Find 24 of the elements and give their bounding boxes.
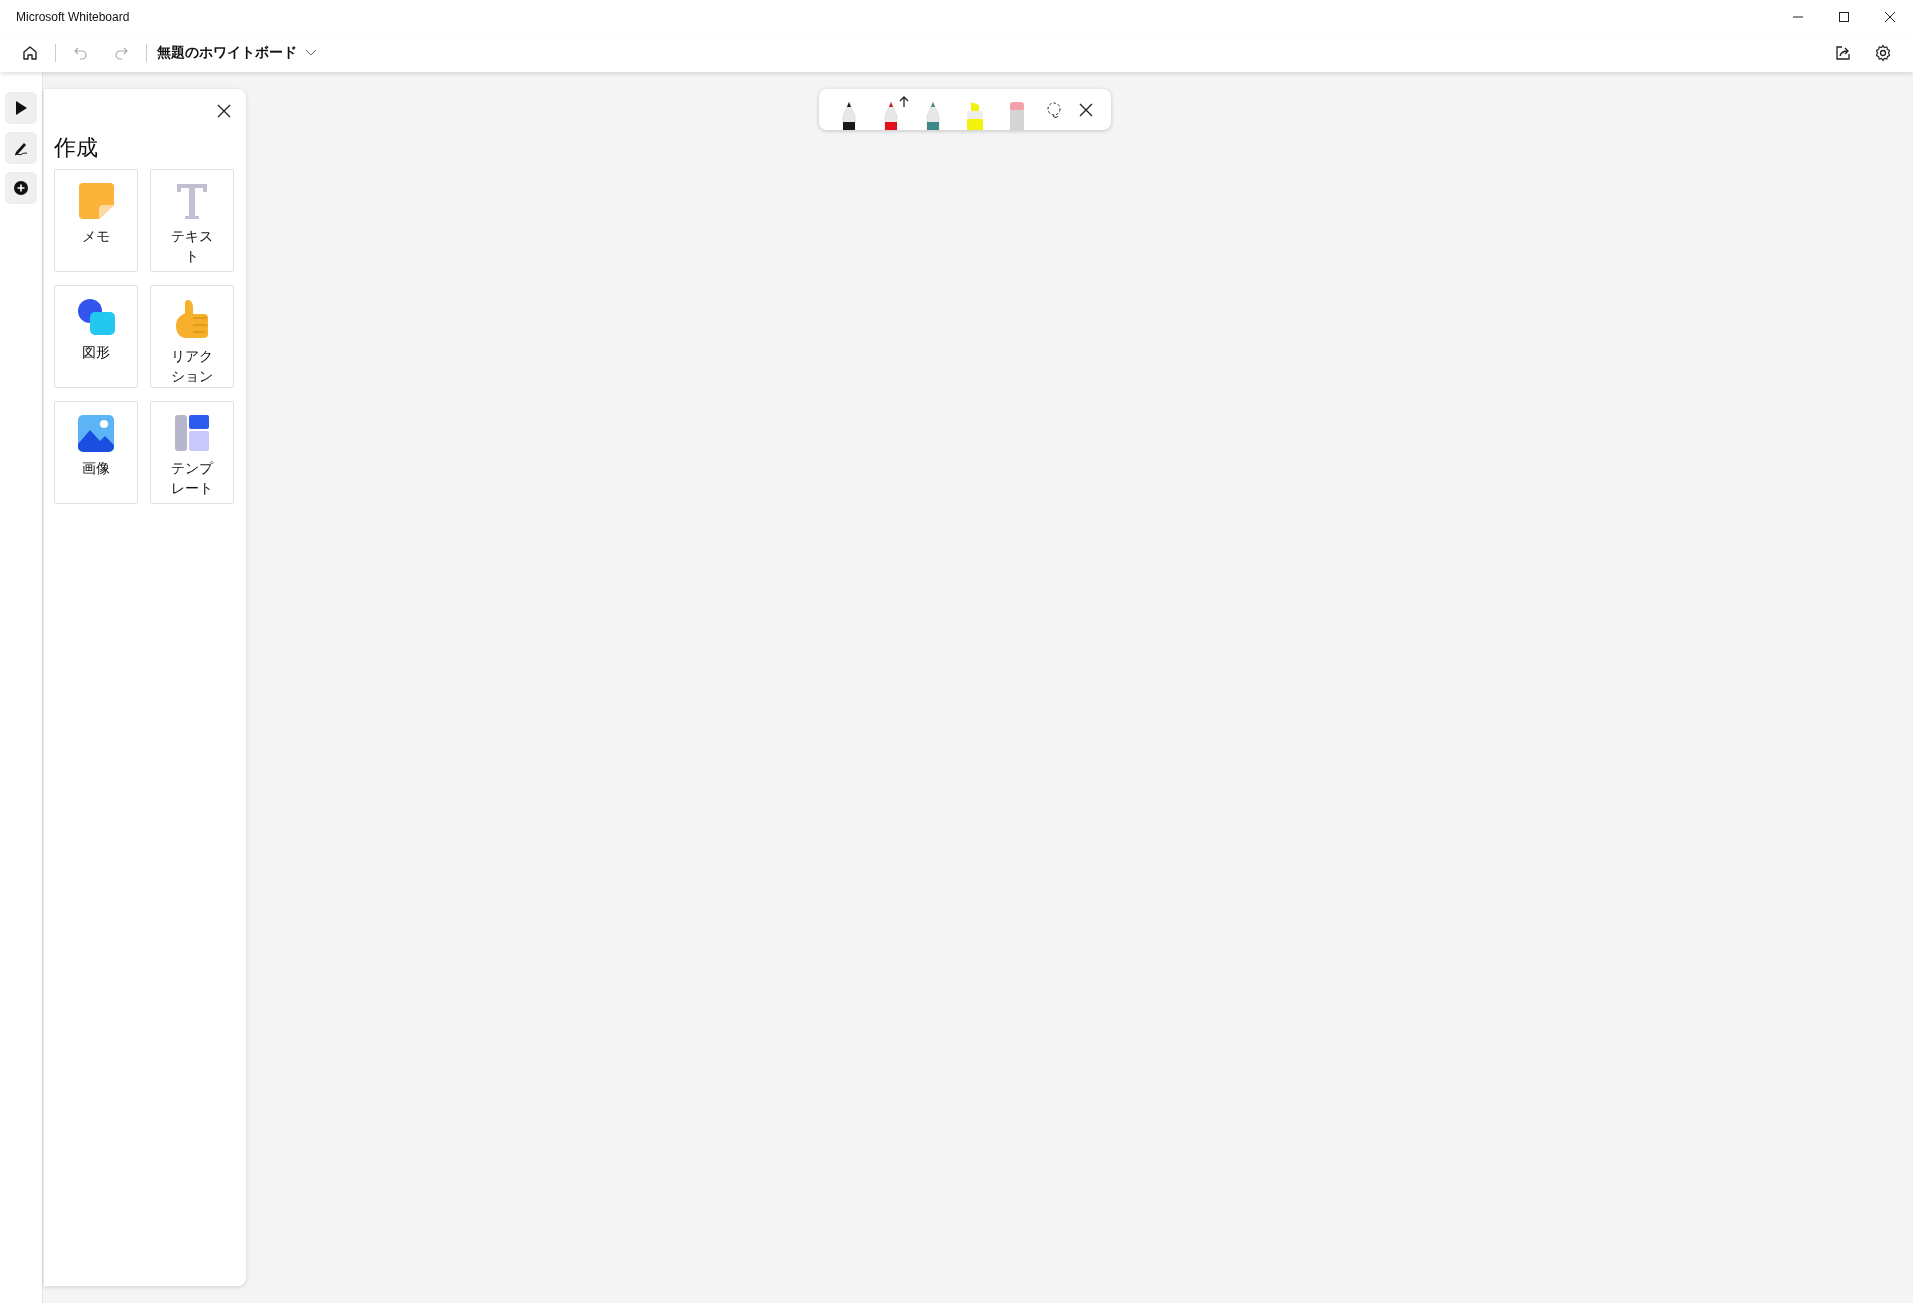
text-tile[interactable]: テキスト [150,169,234,272]
layout-icon [174,414,210,452]
letter-t-icon [175,182,209,220]
sticky-note-icon [77,182,115,220]
ink-tool-button[interactable] [5,132,37,164]
close-icon [1884,11,1896,23]
chevron-down-icon [305,49,317,57]
arrow-up-icon [898,96,909,108]
maximize-icon [1838,11,1850,23]
pointer-icon [13,100,29,116]
shape-tile[interactable]: 図形 [54,285,138,388]
thumbs-up-icon [174,298,210,340]
template-tile[interactable]: テンプレート [150,401,234,504]
plus-icon [13,180,29,196]
note-tile[interactable]: メモ [54,169,138,272]
image-tile[interactable]: 画像 [54,401,138,504]
panel-title: 作成 [54,134,99,162]
shapes-icon [76,298,116,336]
add-button[interactable] [5,172,37,204]
picture-icon [77,414,115,452]
board-title-dropdown[interactable]: 無題のホワイトボード [152,38,322,68]
select-tool-button[interactable] [5,92,37,124]
reaction-tile[interactable]: リアクション [150,285,234,388]
window-title: Microsoft Whiteboard [16,10,130,24]
